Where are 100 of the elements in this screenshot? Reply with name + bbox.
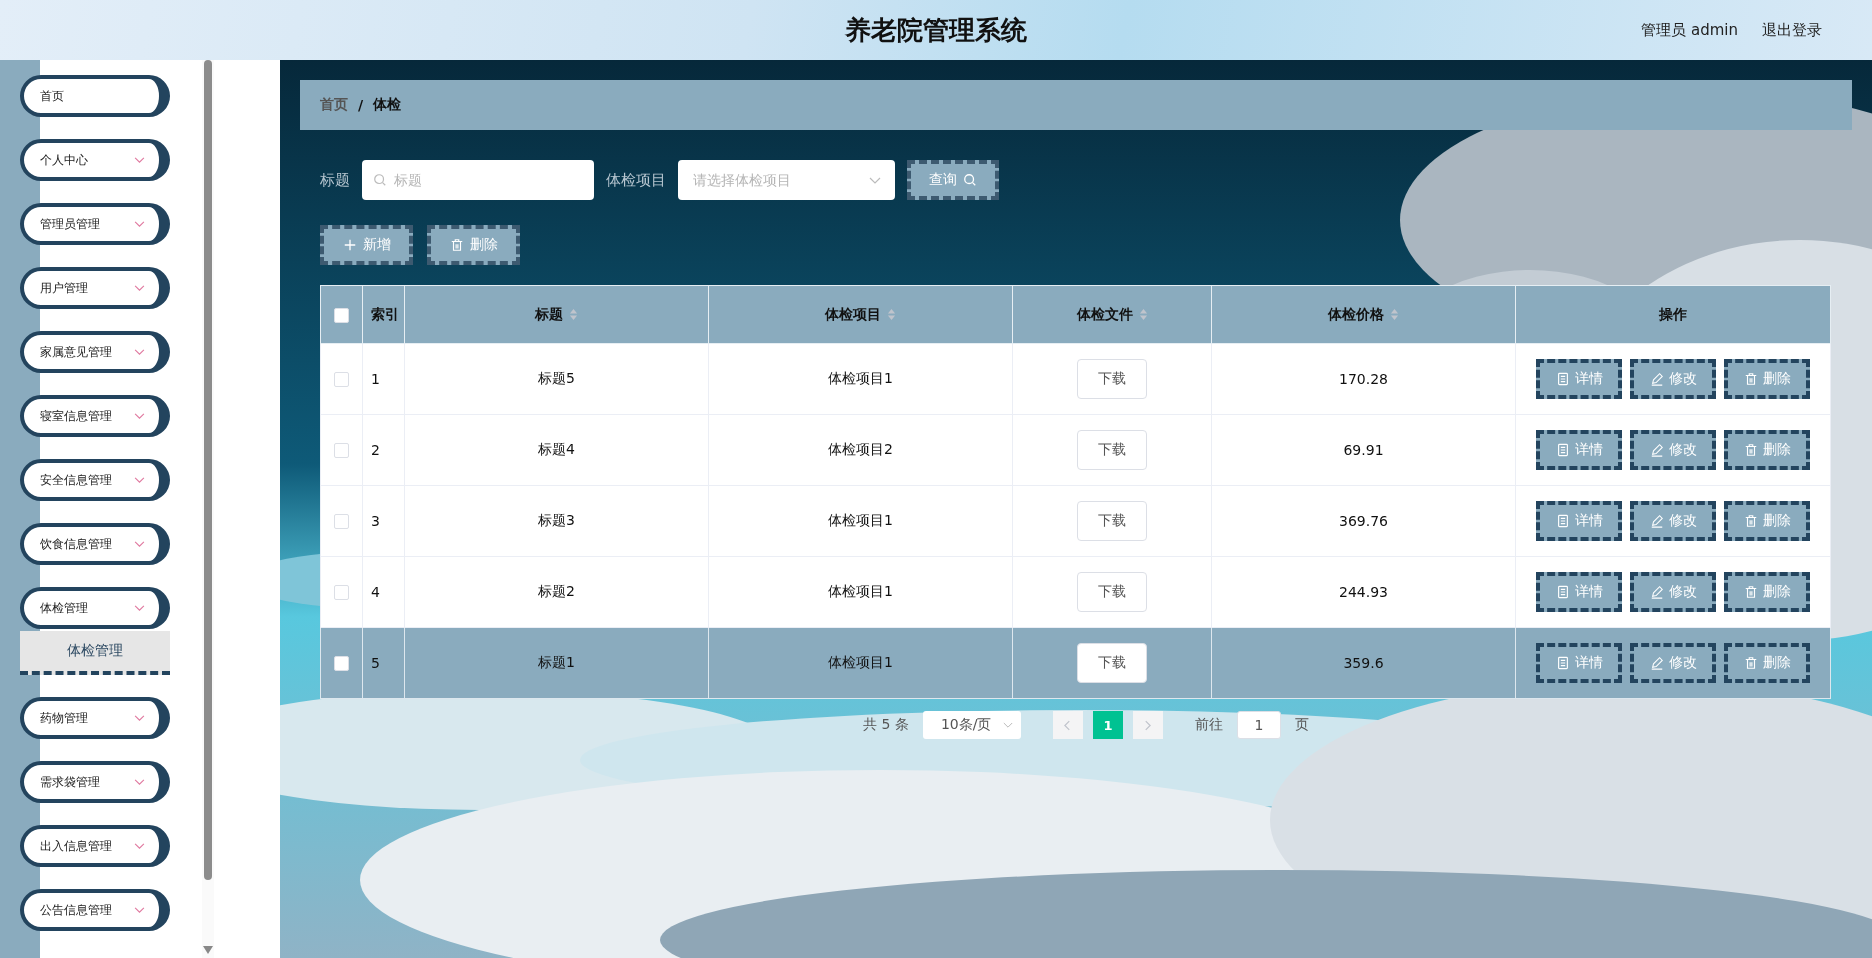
menu-item[interactable]: 需求袋管理	[20, 761, 170, 803]
table-cell: 标题3	[404, 485, 709, 557]
table-cell: 4	[362, 556, 405, 628]
sort-icon[interactable]	[569, 308, 578, 321]
scroll-down-icon[interactable]	[203, 946, 213, 954]
logout-link[interactable]: 退出登录	[1762, 20, 1822, 40]
menu-item[interactable]: 家属意见管理	[20, 331, 170, 373]
table-cell: 体检项目1	[708, 485, 1013, 557]
title-search-field[interactable]: 标题	[362, 160, 594, 200]
menu-item[interactable]: 用户管理	[20, 267, 170, 309]
item-select[interactable]: 请选择体检项目	[678, 160, 895, 200]
table-cell: 体检项目1	[708, 556, 1013, 628]
sort-icon[interactable]	[887, 308, 896, 321]
menu-item[interactable]: 出入信息管理	[20, 825, 170, 867]
chevron-icon	[134, 412, 145, 420]
table-cell: 2	[362, 414, 405, 486]
chevron-icon	[134, 348, 145, 356]
column-header: 体检价格	[1211, 285, 1516, 344]
total-count: 共 5 条	[863, 716, 909, 734]
chevron-left-icon	[1064, 719, 1072, 731]
goto-label: 前往	[1194, 716, 1223, 734]
search-icon	[373, 173, 387, 187]
menu-item[interactable]: 药物管理	[20, 697, 170, 739]
table-cell: 标题1	[404, 627, 709, 699]
page-suffix: 页	[1294, 716, 1309, 734]
table-cell: 170.28	[1211, 343, 1516, 415]
next-page-button[interactable]	[1132, 711, 1163, 739]
trash-icon	[1743, 585, 1758, 599]
chevron-icon	[869, 177, 881, 185]
table-cell: 244.93	[1211, 556, 1516, 628]
row-checkbox[interactable]	[334, 585, 349, 601]
sort-icon[interactable]	[1138, 308, 1148, 321]
pencil-icon	[1649, 656, 1664, 670]
field-label: 体检项目	[606, 170, 666, 190]
table-cell: 体检项目1	[708, 343, 1013, 415]
document-icon	[1555, 585, 1570, 599]
table-cell: 369.76	[1211, 485, 1516, 557]
trash-icon	[1743, 656, 1758, 670]
table-cell: 3	[362, 485, 405, 557]
column-header: 体检文件	[1012, 285, 1212, 344]
table-cell: 标题2	[404, 556, 709, 628]
download-button[interactable]: 下载	[1077, 572, 1147, 612]
trash-icon	[449, 238, 464, 252]
trash-icon	[1743, 372, 1758, 386]
chevron-icon	[134, 714, 145, 722]
prev-page-button[interactable]	[1052, 711, 1083, 739]
chevron-icon	[134, 906, 145, 914]
table-cell: 5	[362, 627, 405, 699]
menu-item[interactable]: 寝室信息管理	[20, 395, 170, 437]
menu-item[interactable]: 个人中心	[20, 139, 170, 181]
column-header: 标题	[404, 285, 709, 344]
column-header: 操作	[1515, 285, 1831, 344]
menu-item[interactable]: 管理员管理	[20, 203, 170, 245]
menu-item[interactable]: 首页	[20, 75, 170, 117]
user-name: 管理员 admin	[1641, 20, 1738, 40]
chevron-icon	[134, 284, 145, 292]
table-cell: 359.6	[1211, 627, 1516, 699]
download-button[interactable]: 下载	[1077, 643, 1147, 683]
field-label: 标题	[320, 170, 350, 190]
chevron-icon	[134, 220, 145, 228]
chevron-icon	[134, 540, 145, 548]
search-icon	[963, 173, 977, 187]
menu-item[interactable]: 公告信息管理	[20, 889, 170, 931]
download-button[interactable]: 下载	[1077, 359, 1147, 399]
row-checkbox[interactable]	[334, 443, 349, 459]
chevron-icon	[1002, 721, 1013, 729]
document-icon	[1555, 372, 1570, 386]
row-checkbox[interactable]	[334, 514, 349, 530]
chevron-icon	[134, 476, 145, 484]
chevron-icon	[134, 842, 145, 850]
row-checkbox[interactable]	[334, 372, 349, 388]
table-cell: 标题5	[404, 343, 709, 415]
page-size-select[interactable]: 10条/页	[922, 711, 1021, 739]
chevron-icon	[134, 778, 145, 786]
table-cell: 1	[362, 343, 405, 415]
download-button[interactable]: 下载	[1077, 501, 1147, 541]
pencil-icon	[1649, 514, 1664, 528]
menu-item[interactable]: 饮食信息管理	[20, 523, 170, 565]
app-title: 养老院管理系统	[845, 13, 1027, 47]
table-cell: 69.91	[1211, 414, 1516, 486]
trash-icon	[1743, 443, 1758, 457]
plus-icon	[342, 238, 357, 252]
pencil-icon	[1649, 443, 1664, 457]
select-all-checkbox[interactable]	[334, 307, 349, 323]
table-cell: 标题4	[404, 414, 709, 486]
column-header: 体检项目	[708, 285, 1013, 344]
chevron-icon	[134, 156, 145, 164]
download-button[interactable]: 下载	[1077, 430, 1147, 470]
breadcrumb-separator: /	[358, 97, 364, 113]
submenu-item[interactable]: 体检管理	[20, 631, 170, 675]
row-checkbox[interactable]	[334, 656, 349, 672]
scrollbar[interactable]	[204, 60, 212, 880]
document-icon	[1555, 514, 1570, 528]
breadcrumb-link[interactable]: 体检	[373, 96, 402, 114]
pencil-icon	[1649, 585, 1664, 599]
menu-item[interactable]: 安全信息管理	[20, 459, 170, 501]
goto-page-field[interactable]: 1	[1236, 711, 1281, 739]
document-icon	[1555, 656, 1570, 670]
menu-item[interactable]: 体检管理	[20, 587, 170, 629]
pencil-icon	[1649, 372, 1664, 386]
